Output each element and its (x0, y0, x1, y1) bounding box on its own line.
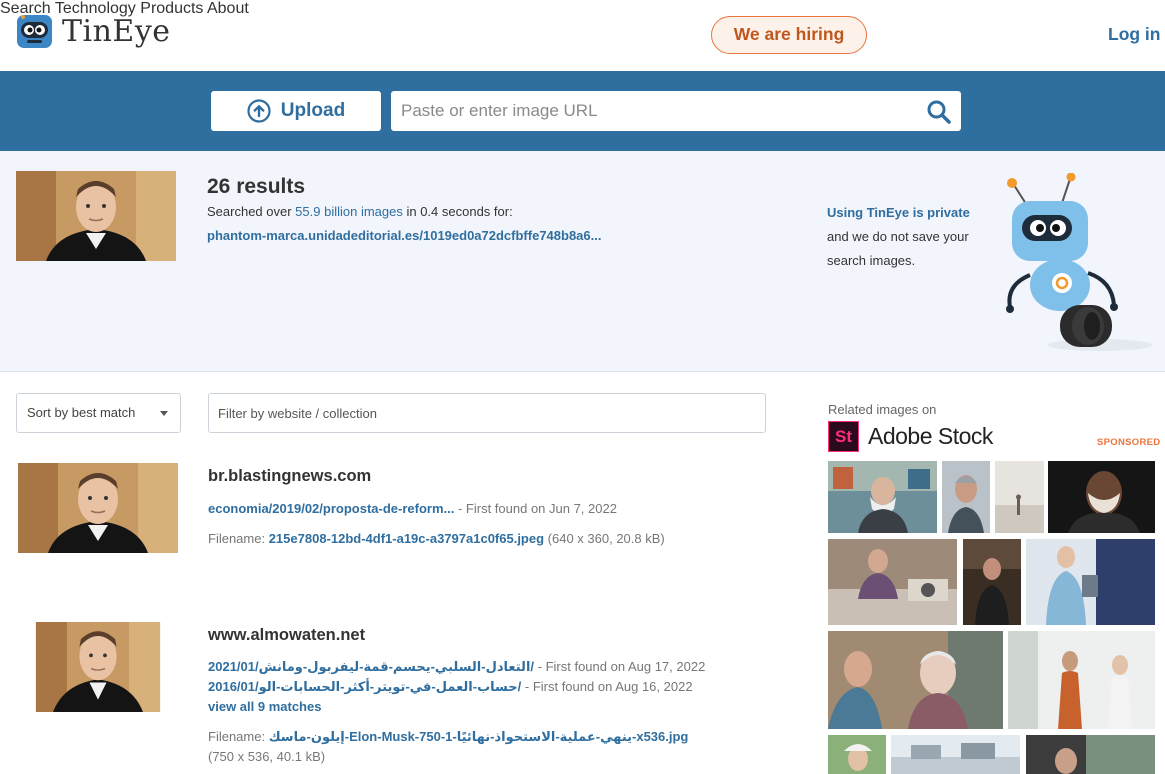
sort-dropdown-value: Sort by best match (27, 405, 136, 420)
search-summary-panel: 26 results Searched over 55.9 billion im… (0, 151, 1165, 372)
first-found-date: - First found on Aug 17, 2022 (534, 659, 706, 674)
tineye-robot-logo-icon (17, 15, 52, 48)
searched-prefix: Searched over (207, 204, 296, 219)
login-link[interactable]: Log in (1108, 24, 1160, 45)
searched-suffix: in 0.4 seconds for: (402, 204, 513, 219)
stock-image-tile[interactable] (828, 539, 957, 625)
upload-button[interactable]: Upload (211, 91, 381, 131)
stock-image-tile[interactable] (828, 461, 937, 533)
stock-image-tile[interactable] (963, 539, 1021, 625)
view-all-matches-link[interactable]: view all 9 matches (208, 699, 321, 714)
nav-about-link[interactable]: About (207, 0, 249, 17)
image-url-input[interactable] (391, 91, 961, 131)
result-domain[interactable]: br.blastingnews.com (208, 467, 371, 486)
stock-image-tile[interactable] (1048, 461, 1155, 533)
stock-image-tile[interactable] (891, 735, 1020, 774)
filename-line: Filename: 215e7808-12bd-4df1-a19c-a3797a… (208, 531, 665, 546)
filename-label: Filename: (208, 531, 269, 546)
results-count: 26 results (207, 175, 306, 198)
query-image-thumbnail[interactable] (16, 171, 176, 261)
file-info: (640 x 360, 20.8 kB) (544, 531, 665, 546)
upload-button-label: Upload (280, 100, 346, 121)
tineye-robot-mascot-icon (1006, 173, 1152, 351)
stock-image-tile[interactable] (942, 461, 990, 533)
stock-image-tile[interactable] (1008, 631, 1155, 729)
privacy-link[interactable]: Using TinEye is private (827, 201, 997, 225)
stock-image-tile[interactable] (828, 735, 886, 774)
related-images-label: Related images on (828, 402, 937, 417)
tineye-logo[interactable]: TinEye (16, 13, 171, 50)
match-line: 2016/01/حساب-العمل-في-تويتر-أكثر-الحسابا… (208, 679, 693, 695)
match-link[interactable]: economia/2019/02/proposta-de-reform... (208, 501, 454, 516)
match-link[interactable]: 2021/01/التعادل-السلبي-يحسم-قمة-ليفربول-… (208, 659, 534, 674)
match-line: 2021/01/التعادل-السلبي-يحسم-قمة-ليفربول-… (208, 659, 705, 675)
adobe-stock-logo[interactable]: St Adobe Stock (828, 421, 993, 452)
query-url-link[interactable]: phantom-marca.unidadeditorial.es/1019ed0… (207, 228, 601, 243)
stock-image-tile[interactable] (1026, 539, 1155, 625)
first-found-date: - First found on Aug 16, 2022 (521, 679, 693, 694)
stock-image-tile[interactable] (995, 461, 1044, 533)
result-thumbnail[interactable] (18, 622, 178, 712)
top-navigation-bar: TinEye Search Technology Products About … (0, 0, 1165, 71)
we-are-hiring-button[interactable]: We are hiring (711, 16, 867, 54)
adobe-stock-icon: St (828, 421, 859, 452)
match-line: economia/2019/02/proposta-de-reform... -… (208, 501, 617, 516)
privacy-text-2: search images. (827, 253, 916, 268)
search-band: Upload (0, 71, 1165, 151)
stock-image-tile[interactable] (1026, 735, 1155, 774)
filename-link[interactable]: 215e7808-12bd-4df1-a19c-a3797a1c0f65.jpe… (269, 531, 544, 546)
upload-arrow-icon (247, 99, 271, 123)
privacy-text-1: and we do not save your (827, 229, 969, 244)
sponsored-label: SPONSORED (1097, 437, 1161, 448)
result-thumbnail[interactable] (18, 463, 178, 553)
chevron-down-icon (160, 411, 168, 416)
result-domain[interactable]: www.almowaten.net (208, 626, 365, 645)
file-info: (750 x 536, 40.1 kB) (208, 749, 326, 764)
searched-info: Searched over 55.9 billion images in 0.4… (207, 204, 513, 219)
first-found-date: - First found on Jun 7, 2022 (454, 501, 617, 516)
privacy-note: Using TinEye is private and we do not sa… (827, 201, 997, 273)
sort-dropdown[interactable]: Sort by best match (16, 393, 181, 433)
filename-line: Filename: إيلون-ماسك-Elon-Musk-750-1-ينه… (208, 729, 688, 745)
search-icon[interactable] (926, 99, 952, 125)
stock-image-tile[interactable] (828, 631, 1003, 729)
billion-images-link[interactable]: 55.9 billion images (295, 204, 403, 219)
filter-website-input[interactable] (208, 393, 766, 433)
filename-label: Filename: (208, 729, 269, 744)
filename-link[interactable]: إيلون-ماسك-Elon-Musk-750-1-ينهي-عملية-ال… (269, 729, 689, 744)
logo-wordmark: TinEye (62, 14, 171, 49)
match-link[interactable]: 2016/01/حساب-العمل-في-تويتر-أكثر-الحسابا… (208, 679, 521, 694)
adobe-stock-wordmark: Adobe Stock (868, 423, 993, 449)
